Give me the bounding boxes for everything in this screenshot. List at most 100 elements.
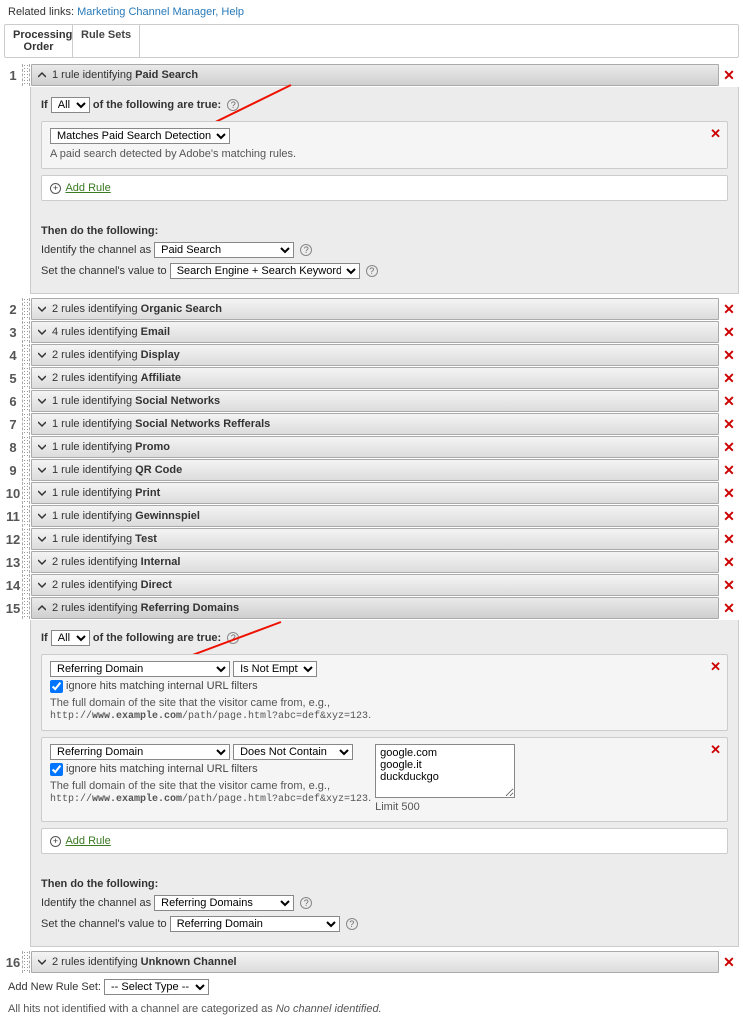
delete-rule-button[interactable]: ✕ bbox=[719, 344, 739, 366]
rule-header[interactable]: 1 rule identifying Gewinnspiel bbox=[31, 505, 719, 527]
then-label: Then do the following: bbox=[41, 878, 158, 890]
chevron-down-icon bbox=[38, 420, 46, 428]
rule-header[interactable]: 1 rule identifying Social Networks bbox=[31, 390, 719, 412]
delete-rule-button[interactable]: ✕ bbox=[719, 459, 739, 481]
tab-processing-order[interactable]: Processing Order bbox=[5, 25, 73, 57]
chevron-down-icon bbox=[38, 558, 46, 566]
if-quantifier-select[interactable]: All bbox=[51, 97, 90, 113]
rule-number: 16 bbox=[4, 951, 22, 973]
delete-rule-button[interactable]: ✕ bbox=[719, 321, 739, 343]
rule-number: 11 bbox=[4, 505, 22, 527]
drag-handle[interactable] bbox=[22, 413, 30, 435]
delete-condition-button[interactable]: ✕ bbox=[710, 742, 721, 758]
rule-header[interactable]: 1 rule identifying QR Code bbox=[31, 459, 719, 481]
set-value-label: Set the channel's value to bbox=[41, 265, 167, 277]
set-value-select[interactable]: Referring Domain bbox=[170, 916, 340, 932]
ignore-internal-checkbox[interactable] bbox=[50, 763, 63, 776]
condition-field-select[interactable]: Referring Domain bbox=[50, 661, 230, 677]
condition-field-select[interactable]: Referring Domain bbox=[50, 744, 230, 760]
chevron-down-icon bbox=[38, 328, 46, 336]
rule-header[interactable]: 1 rule identifying Social Networks Reffe… bbox=[31, 413, 719, 435]
chevron-down-icon bbox=[38, 443, 46, 451]
rule-header[interactable]: 2 rules identifying Organic Search bbox=[31, 298, 719, 320]
chevron-down-icon bbox=[38, 512, 46, 520]
link-marketing-channel-manager[interactable]: Marketing Channel Manager, bbox=[77, 6, 218, 18]
rule-header[interactable]: 1 rule identifying Print bbox=[31, 482, 719, 504]
rule-header[interactable]: 1 rule identifying Test bbox=[31, 528, 719, 550]
rule-number: 4 bbox=[4, 344, 22, 366]
rule-header[interactable]: 2 rules identifying Unknown Channel bbox=[31, 951, 719, 973]
identify-channel-select[interactable]: Paid Search bbox=[154, 242, 294, 258]
drag-handle[interactable] bbox=[22, 482, 30, 504]
drag-handle[interactable] bbox=[22, 367, 30, 389]
rule-number: 3 bbox=[4, 321, 22, 343]
rule-header[interactable]: 4 rules identifying Email bbox=[31, 321, 719, 343]
rule-header[interactable]: 2 rules identifying Affiliate bbox=[31, 367, 719, 389]
delete-rule-button[interactable]: ✕ bbox=[719, 574, 739, 596]
drag-handle[interactable] bbox=[22, 951, 30, 973]
help-icon[interactable]: ? bbox=[227, 632, 239, 644]
delete-rule-button[interactable]: ✕ bbox=[719, 551, 739, 573]
delete-condition-button[interactable]: ✕ bbox=[710, 659, 721, 675]
identify-channel-select[interactable]: Referring Domains bbox=[154, 895, 294, 911]
condition-select[interactable]: Matches Paid Search Detection Rules bbox=[50, 128, 230, 144]
delete-rule-button[interactable]: ✕ bbox=[719, 64, 739, 86]
delete-rule-button[interactable]: ✕ bbox=[719, 528, 739, 550]
link-help[interactable]: Help bbox=[221, 6, 244, 18]
delete-rule-button[interactable]: ✕ bbox=[719, 597, 739, 619]
condition-operator-select[interactable]: Does Not Contain bbox=[233, 744, 353, 760]
chevron-down-icon bbox=[38, 305, 46, 313]
rule-number: 8 bbox=[4, 436, 22, 458]
add-rule-link[interactable]: Add Rule bbox=[65, 182, 110, 194]
drag-handle[interactable] bbox=[22, 505, 30, 527]
help-icon[interactable]: ? bbox=[300, 244, 312, 256]
rule-header[interactable]: 2 rules identifying Display bbox=[31, 344, 719, 366]
drag-handle[interactable] bbox=[22, 459, 30, 481]
delete-rule-button[interactable]: ✕ bbox=[719, 367, 739, 389]
delete-condition-button[interactable]: ✕ bbox=[710, 126, 721, 142]
rule-header[interactable]: 1 rule identifying Promo bbox=[31, 436, 719, 458]
drag-handle[interactable] bbox=[22, 298, 30, 320]
drag-handle[interactable] bbox=[22, 321, 30, 343]
drag-handle[interactable] bbox=[22, 528, 30, 550]
delete-rule-button[interactable]: ✕ bbox=[719, 482, 739, 504]
delete-rule-button[interactable]: ✕ bbox=[719, 390, 739, 412]
help-icon[interactable]: ? bbox=[227, 99, 239, 111]
help-icon[interactable]: ? bbox=[346, 918, 358, 930]
chevron-down-icon bbox=[38, 397, 46, 405]
if-line: If All of the following are true: ? bbox=[41, 97, 728, 113]
drag-handle[interactable] bbox=[22, 436, 30, 458]
delete-rule-button[interactable]: ✕ bbox=[719, 505, 739, 527]
add-new-rule-set-select[interactable]: -- Select Type -- bbox=[104, 979, 209, 995]
delete-rule-button[interactable]: ✕ bbox=[719, 951, 739, 973]
condition-box-1: ✕ Referring Domain Is Not Empty ignore h… bbox=[41, 654, 728, 731]
condition-operator-select[interactable]: Is Not Empty bbox=[233, 661, 317, 677]
help-icon[interactable]: ? bbox=[366, 265, 378, 277]
drag-handle[interactable] bbox=[22, 551, 30, 573]
condition-box-2: ✕ Referring Domain Does Not Contain igno… bbox=[41, 737, 728, 822]
condition-box: ✕ Matches Paid Search Detection Rules A … bbox=[41, 121, 728, 169]
rule-header-paid-search[interactable]: 1 rule identifying Paid Search bbox=[31, 64, 719, 86]
add-rule-link[interactable]: Add Rule bbox=[65, 835, 110, 847]
rule-header-referring-domains[interactable]: 2 rules identifying Referring Domains bbox=[31, 597, 719, 619]
condition-description: A paid search detected by Adobe's matchi… bbox=[50, 148, 310, 160]
drag-handle[interactable] bbox=[22, 344, 30, 366]
rule-body-paid-search: If All of the following are true: ? ✕ Ma… bbox=[30, 87, 739, 294]
if-quantifier-select[interactable]: All bbox=[51, 630, 90, 646]
tab-rule-sets[interactable]: Rule Sets bbox=[73, 25, 140, 57]
footer-note: All hits not identified with a channel a… bbox=[8, 1003, 739, 1015]
set-value-select[interactable]: Search Engine + Search Keyword(s) bbox=[170, 263, 360, 279]
rule-header[interactable]: 2 rules identifying Internal bbox=[31, 551, 719, 573]
drag-handle[interactable] bbox=[22, 597, 30, 619]
condition-value-textarea[interactable] bbox=[375, 744, 515, 798]
rule-header[interactable]: 2 rules identifying Direct bbox=[31, 574, 719, 596]
drag-handle[interactable] bbox=[22, 390, 30, 412]
delete-rule-button[interactable]: ✕ bbox=[719, 298, 739, 320]
drag-handle[interactable] bbox=[22, 574, 30, 596]
drag-handle[interactable] bbox=[22, 64, 30, 86]
ignore-internal-checkbox[interactable] bbox=[50, 680, 63, 693]
delete-rule-button[interactable]: ✕ bbox=[719, 436, 739, 458]
rule-body-referring-domains: If All of the following are true: ? ✕ Re… bbox=[30, 620, 739, 947]
help-icon[interactable]: ? bbox=[300, 897, 312, 909]
delete-rule-button[interactable]: ✕ bbox=[719, 413, 739, 435]
